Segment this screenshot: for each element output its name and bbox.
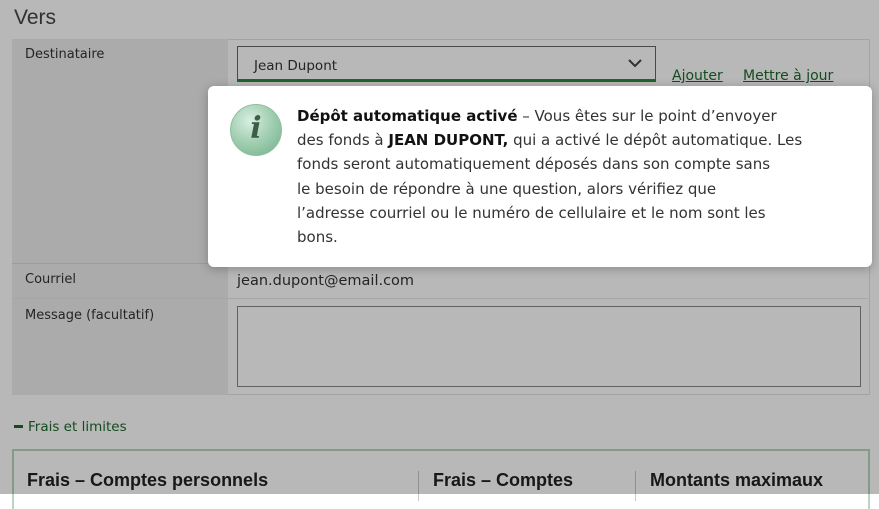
tooltip-text: qui a activé le dépôt automatique. Les: [508, 131, 803, 150]
info-icon: i: [230, 104, 282, 156]
tooltip-text: le besoin de répondre à une question, al…: [297, 179, 717, 198]
tooltip-text: l’adresse courriel ou le numéro de cellu…: [297, 203, 766, 222]
auto-deposit-message: Dépôt automatique activé – Vous êtes sur…: [297, 104, 867, 249]
recipient-name-emphasis: JEAN DUPONT,: [388, 131, 509, 150]
tooltip-text: – Vous êtes sur le point d’envoyer: [517, 107, 777, 125]
tooltip-text: des fonds à: [297, 131, 389, 150]
auto-deposit-tooltip: i Dépôt automatique activé – Vous êtes s…: [208, 86, 872, 267]
tooltip-text: fonds seront automatiquement déposés dan…: [297, 155, 771, 174]
tooltip-text: bons.: [297, 228, 338, 247]
tooltip-title: Dépôt automatique activé: [297, 107, 518, 125]
send-money-page: Vers Destinataire Courriel Message (facu…: [0, 0, 879, 509]
